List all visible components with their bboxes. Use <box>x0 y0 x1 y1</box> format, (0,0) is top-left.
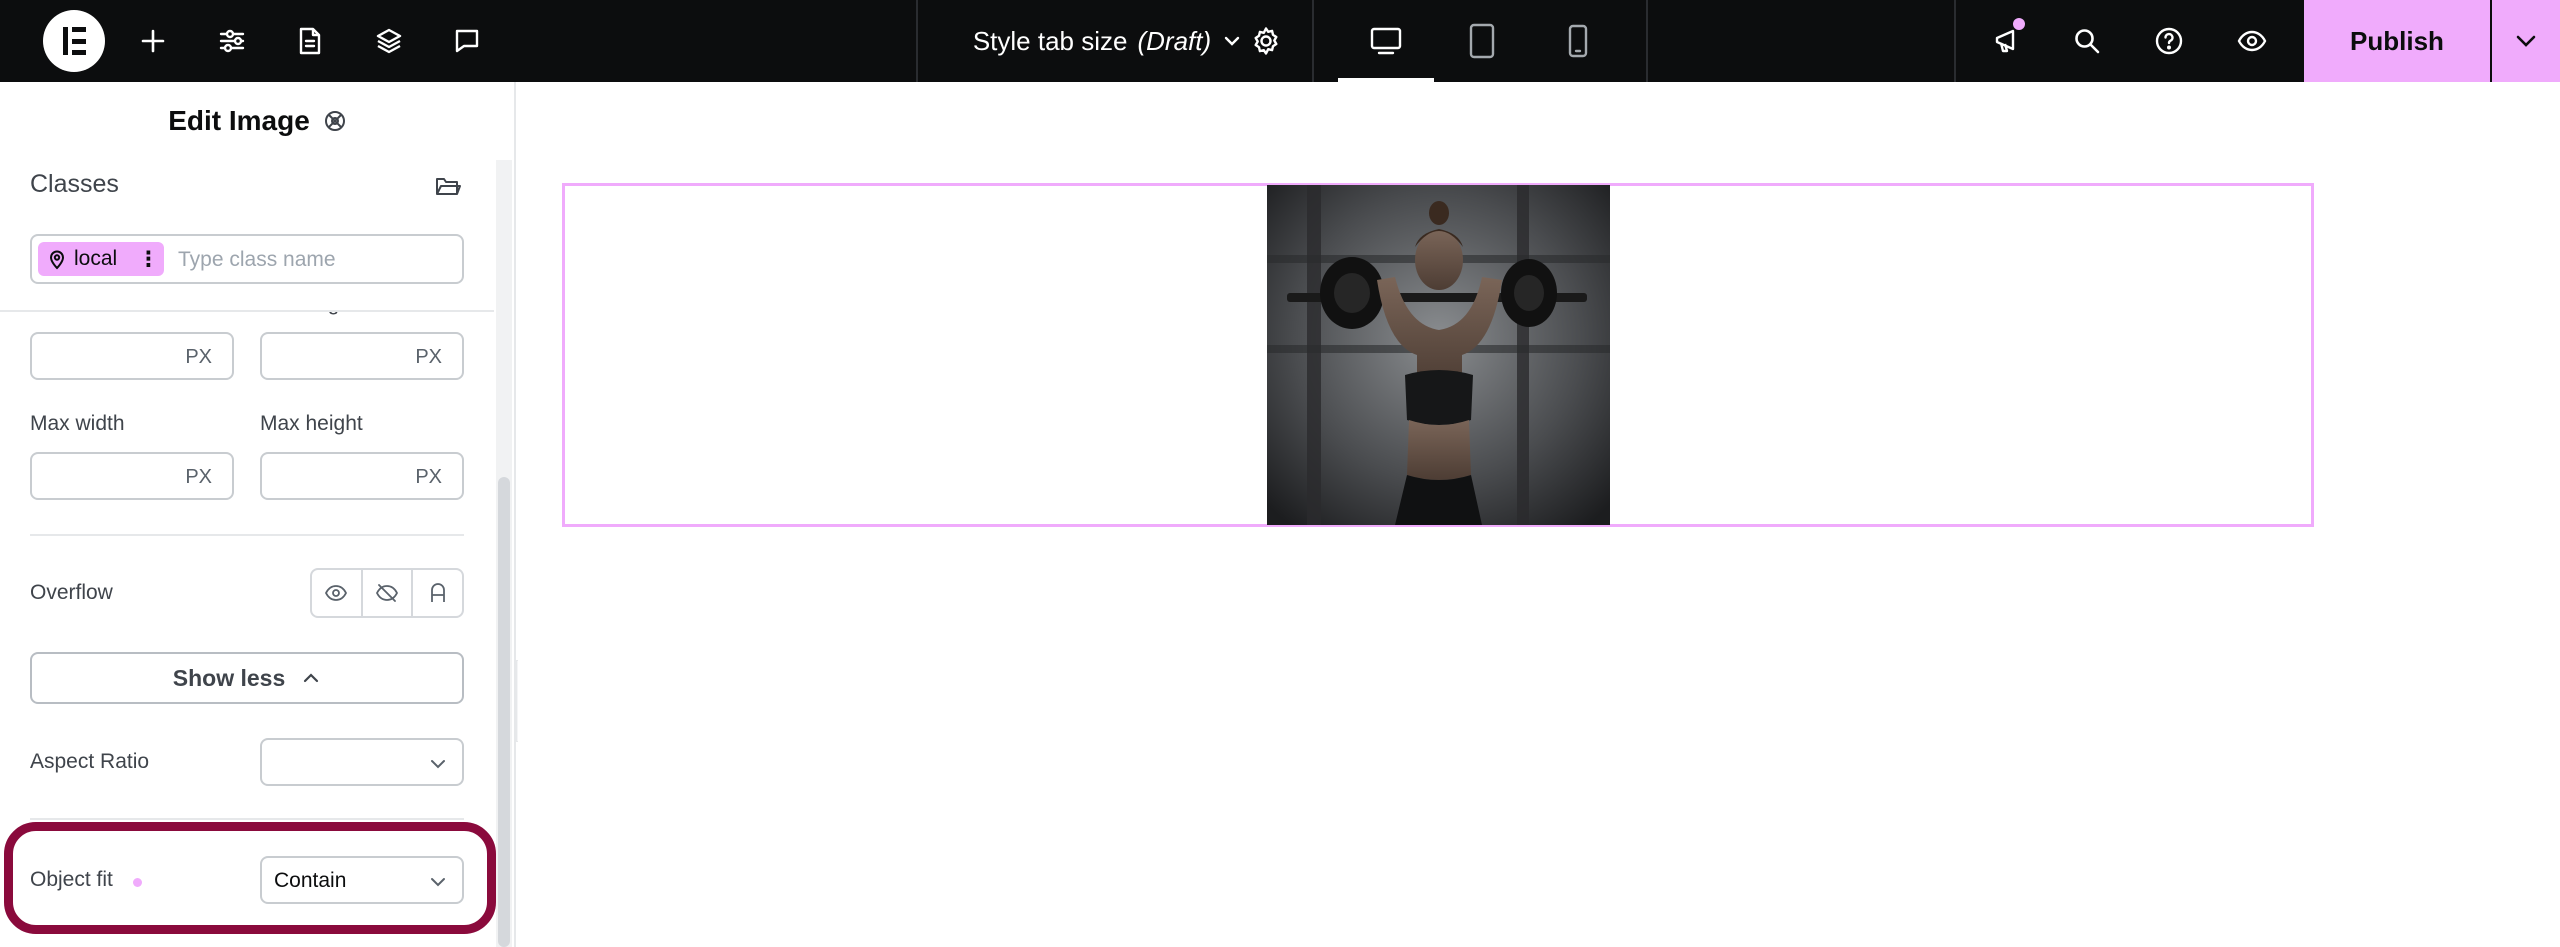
overflow-auto-option[interactable] <box>413 570 462 616</box>
help-icon <box>2155 27 2183 55</box>
unit-label[interactable]: PX <box>185 466 212 489</box>
eye-icon <box>325 585 348 601</box>
chevron-down-icon <box>431 760 445 769</box>
chevron-up-icon <box>304 673 319 683</box>
atomic-widget-icon <box>324 111 345 131</box>
unit-label[interactable]: PX <box>415 466 442 489</box>
document-status: (Draft) <box>1137 25 1212 56</box>
letter-a-icon <box>430 583 445 602</box>
panel-header: Edit Image <box>0 82 514 160</box>
unit-label[interactable]: PX <box>415 346 442 369</box>
desktop-view-button[interactable] <box>1338 0 1434 82</box>
max-height-input[interactable]: PX <box>260 452 464 500</box>
aspect-ratio-label: Aspect Ratio <box>30 750 150 773</box>
section-divider <box>30 818 464 820</box>
class-chip-local[interactable]: local ⋮ <box>38 242 164 276</box>
elementor-logo-icon <box>43 10 105 72</box>
panel-title: Edit Image <box>168 105 310 136</box>
class-chip-label: local <box>74 247 118 270</box>
chat-bubble-icon <box>455 29 479 53</box>
sliders-icon <box>219 29 245 53</box>
section-divider <box>30 534 464 536</box>
panel-scrollbar-thumb[interactable] <box>498 477 510 947</box>
topbar-divider <box>1646 0 1648 82</box>
eye-off-icon <box>375 584 399 602</box>
help-button[interactable] <box>2136 0 2202 82</box>
document-title: Style tab size <box>972 25 1128 56</box>
min-width-input[interactable]: PX <box>30 332 234 380</box>
page-settings-button[interactable] <box>1233 0 1299 82</box>
chevron-down-icon <box>2516 35 2536 47</box>
top-bar: Style tab size (Draft) Publish <box>0 0 2560 82</box>
unit-label[interactable]: PX <box>185 346 212 369</box>
overflow-label: Overflow <box>30 581 113 604</box>
plus-icon <box>141 29 165 53</box>
mobile-icon <box>1568 24 1588 58</box>
show-less-label: Show less <box>172 664 286 691</box>
topbar-divider <box>1954 0 1956 82</box>
eye-icon <box>2237 30 2267 52</box>
publish-options-button[interactable] <box>2492 0 2560 82</box>
desktop-icon <box>1370 27 1402 55</box>
class-name-input[interactable]: local ⋮ Type class name <box>30 234 464 284</box>
search-button[interactable] <box>2054 0 2120 82</box>
tablet-view-button[interactable] <box>1434 0 1530 82</box>
more-options-icon[interactable]: ⋮ <box>138 247 159 272</box>
show-less-button[interactable]: Show less <box>30 652 464 704</box>
topbar-divider <box>1312 0 1314 82</box>
editor-panel: Edit Image Min width Min height PX PX Cl… <box>0 82 516 947</box>
class-manager-button[interactable] <box>434 174 462 203</box>
object-fit-highlight <box>4 822 496 934</box>
max-width-label: Max width <box>30 412 125 435</box>
preview-button[interactable] <box>2219 0 2285 82</box>
elementor-logo-button[interactable] <box>42 0 106 82</box>
notifications-button[interactable] <box>1975 0 2041 82</box>
structure-button[interactable] <box>356 0 422 82</box>
tablet-icon <box>1469 23 1495 59</box>
comments-button[interactable] <box>434 0 500 82</box>
notification-dot <box>2013 18 2025 30</box>
overflow-visible-option[interactable] <box>312 570 363 616</box>
search-icon <box>2075 29 2100 54</box>
gear-icon <box>1254 27 1278 55</box>
max-width-input[interactable]: PX <box>30 452 234 500</box>
overflow-hidden-option[interactable] <box>363 570 414 616</box>
overflow-toggle-group <box>310 568 464 618</box>
min-height-input[interactable]: PX <box>260 332 464 380</box>
aspect-ratio-select[interactable] <box>260 738 464 786</box>
mobile-view-button[interactable] <box>1530 0 1626 82</box>
folder-icon <box>436 178 461 195</box>
add-element-button[interactable] <box>120 0 186 82</box>
site-settings-button[interactable] <box>199 0 265 82</box>
image-widget[interactable] <box>1267 185 1610 525</box>
pages-button[interactable] <box>277 0 343 82</box>
publish-button[interactable]: Publish <box>2304 0 2490 82</box>
class-name-placeholder: Type class name <box>178 248 336 271</box>
document-icon <box>299 27 321 55</box>
max-height-label: Max height <box>260 412 363 435</box>
layers-icon <box>376 28 402 54</box>
classes-label: Classes <box>30 170 119 198</box>
fitness-photo <box>1267 185 1610 525</box>
location-pin-icon <box>49 250 65 270</box>
